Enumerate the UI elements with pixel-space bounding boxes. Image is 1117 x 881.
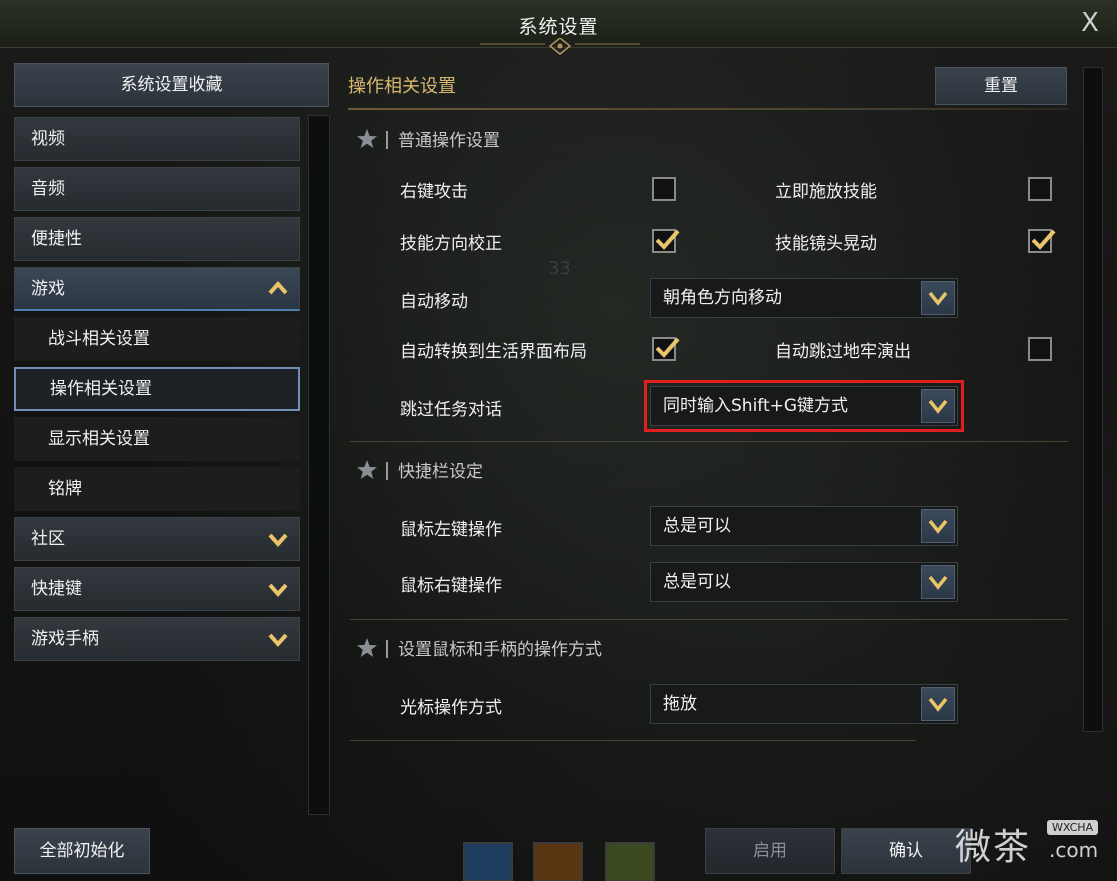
section-title: 操作相关设置 xyxy=(348,76,456,97)
chevron-down-icon xyxy=(268,583,288,598)
chevron-down-icon xyxy=(268,633,288,648)
favorites-button[interactable]: 系统设置收藏 xyxy=(14,63,329,107)
setting-label: 自动移动 xyxy=(400,292,468,312)
group-header-quickbar: 快捷栏设定 xyxy=(356,457,483,482)
reset-button[interactable]: 重置 xyxy=(935,67,1067,105)
chevron-down-icon[interactable] xyxy=(921,389,955,423)
skill-slot-icon xyxy=(605,842,655,881)
sidebar-subitem-label: 铭牌 xyxy=(48,479,82,499)
close-button[interactable]: X xyxy=(1077,8,1103,38)
setting-label: 自动跳过地牢演出 xyxy=(775,342,911,362)
sidebar-item-label: 快捷键 xyxy=(31,579,82,599)
sidebar-item-label: 游戏手柄 xyxy=(31,629,99,649)
setting-label: 立即施放技能 xyxy=(775,182,877,202)
star-icon[interactable] xyxy=(356,637,378,659)
settings-scrollbar[interactable] xyxy=(1083,67,1103,732)
sidebar-item-community[interactable]: 社区 xyxy=(14,517,300,561)
right-mouse-dropdown[interactable]: 总是可以 xyxy=(650,562,958,602)
sidebar-subitem-controls[interactable]: 操作相关设置 xyxy=(14,367,300,411)
sidebar-subitem-label: 显示相关设置 xyxy=(48,429,150,449)
sidebar-subitem-combat[interactable]: 战斗相关设置 xyxy=(14,317,300,361)
skill-direction-checkbox[interactable] xyxy=(652,229,680,253)
checkmark-icon xyxy=(655,337,680,358)
watermark-logo: 微茶 WXCHA .com xyxy=(955,816,1115,868)
sidebar-item-hotkeys[interactable]: 快捷键 xyxy=(14,567,300,611)
chevron-down-icon[interactable] xyxy=(921,565,955,599)
cursor-mode-dropdown[interactable]: 拖放 xyxy=(650,684,958,724)
title-bar: 系统设置 xyxy=(0,0,1117,55)
watermark-text: 微茶 xyxy=(955,827,1032,868)
group-header-general: 普通操作设置 xyxy=(356,126,500,151)
header-divider xyxy=(348,108,1068,110)
sidebar-item-label: 游戏 xyxy=(31,279,65,299)
sidebar-subitem-label: 操作相关设置 xyxy=(50,379,152,399)
chevron-down-icon[interactable] xyxy=(921,509,955,543)
checkmark-icon xyxy=(1031,229,1056,250)
sidebar-item-label: 便捷性 xyxy=(31,229,82,249)
right-click-attack-checkbox[interactable] xyxy=(652,177,676,201)
group-title: 快捷栏设定 xyxy=(398,462,483,482)
sidebar-subitem-nameplate[interactable]: 铭牌 xyxy=(14,467,300,511)
window-title: 系统设置 xyxy=(518,16,599,38)
dropdown-value: 总是可以 xyxy=(663,516,731,536)
title-ornament-icon xyxy=(480,38,640,55)
watermark-domain: .com xyxy=(1049,838,1099,862)
group-title: 普通操作设置 xyxy=(398,131,500,151)
skip-dungeon-cutscene-checkbox[interactable] xyxy=(1028,337,1052,361)
instant-cast-checkbox[interactable] xyxy=(1028,177,1052,201)
reset-all-button[interactable]: 全部初始化 xyxy=(14,828,150,874)
left-mouse-dropdown[interactable]: 总是可以 xyxy=(650,506,958,546)
setting-label: 技能方向校正 xyxy=(400,234,502,254)
dropdown-value: 拖放 xyxy=(663,694,697,714)
sidebar-item-label: 视频 xyxy=(31,129,65,149)
setting-label: 鼠标右键操作 xyxy=(400,576,502,596)
setting-label: 鼠标左键操作 xyxy=(400,520,502,540)
sidebar-item-game[interactable]: 游戏 xyxy=(14,267,300,311)
sidebar-nav: 视频 音频 便捷性 游戏 战斗相关设置 操作相关设置 显示相关设置 铭牌 社区 … xyxy=(14,115,332,815)
star-icon[interactable] xyxy=(356,459,378,481)
sidebar-item-video[interactable]: 视频 xyxy=(14,117,300,161)
sidebar-subitem-label: 战斗相关设置 xyxy=(48,329,150,349)
confirm-button[interactable]: 确认 xyxy=(841,828,971,874)
group-divider xyxy=(350,740,916,741)
chevron-down-icon xyxy=(268,533,288,548)
sidebar-item-gamepad[interactable]: 游戏手柄 xyxy=(14,617,300,661)
skill-slot-icon xyxy=(463,842,513,881)
group-divider xyxy=(350,619,1068,620)
background-number: 33 xyxy=(548,258,571,279)
setting-label: 光标操作方式 xyxy=(400,698,502,718)
setting-label: 技能镜头晃动 xyxy=(775,234,877,254)
chevron-down-icon[interactable] xyxy=(921,281,955,315)
dropdown-value: 朝角色方向移动 xyxy=(663,288,782,308)
dropdown-value: 同时输入Shift+G键方式 xyxy=(663,396,849,416)
watermark-badge: WXCHA xyxy=(1047,820,1099,835)
group-title: 设置鼠标和手柄的操作方式 xyxy=(398,640,602,660)
auto-move-dropdown[interactable]: 朝角色方向移动 xyxy=(650,278,958,318)
setting-label: 右键攻击 xyxy=(400,182,468,202)
sidebar-subitem-display[interactable]: 显示相关设置 xyxy=(14,417,300,461)
star-icon[interactable] xyxy=(356,128,378,150)
skill-slot-icon xyxy=(533,842,583,881)
group-divider xyxy=(350,441,1068,442)
setting-label: 自动转换到生活界面布局 xyxy=(400,342,587,362)
chevron-up-icon xyxy=(268,280,288,295)
skip-quest-dialog-dropdown[interactable]: 同时输入Shift+G键方式 xyxy=(644,380,964,432)
camera-shake-checkbox[interactable] xyxy=(1028,229,1056,253)
group-header-mouse-gamepad: 设置鼠标和手柄的操作方式 xyxy=(356,635,602,660)
sidebar-item-label: 社区 xyxy=(31,529,65,549)
life-layout-checkbox[interactable] xyxy=(652,337,680,361)
sidebar-item-audio[interactable]: 音频 xyxy=(14,167,300,211)
sidebar-item-convenience[interactable]: 便捷性 xyxy=(14,217,300,261)
checkmark-icon xyxy=(655,229,680,250)
dropdown-value: 总是可以 xyxy=(663,572,731,592)
setting-label: 跳过任务对话 xyxy=(400,400,502,420)
sidebar-item-label: 音频 xyxy=(31,179,65,199)
apply-button[interactable]: 启用 xyxy=(705,828,835,874)
chevron-down-icon[interactable] xyxy=(921,687,955,721)
sidebar-scrollbar[interactable] xyxy=(308,115,330,815)
